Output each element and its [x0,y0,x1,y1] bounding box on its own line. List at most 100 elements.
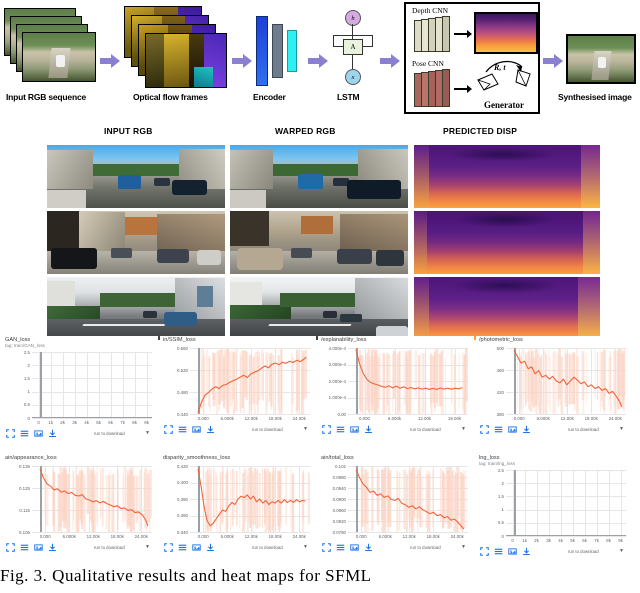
column-header-predicted-disp: PREDICTED DISP [443,126,518,136]
run-to-download-label[interactable]: run to download [252,427,283,432]
run-to-download-label[interactable]: run to download [94,545,125,550]
chart-card-total-loss[interactable]: ain/total_loss 0.0780 0.0820 0.0860 0.0900 0.… [318,454,474,566]
lines-icon[interactable] [336,543,345,552]
lstm-input-node: x [345,69,361,85]
lines-icon[interactable] [494,547,503,556]
chart-toolbar[interactable] [480,425,531,434]
download-icon[interactable] [364,425,373,434]
download-icon[interactable] [522,547,531,556]
chart-title: ain/total_loss [321,455,354,461]
chart-plot-area[interactable]: 0.00 1.000e-4 2.000e-4 3.000e-4 4.000e-4 0.00… [329,346,468,421]
run-to-download-label[interactable]: run to download [568,427,599,432]
x-gridline [122,352,124,418]
fullscreen-icon[interactable] [6,543,15,552]
fullscreen-icon[interactable] [6,429,15,438]
lstm-input-label: x [351,73,355,81]
chart-plot-area[interactable]: 0.340 0.360 0.380 0.400 0.420 0.000 6.000k 12.0… [177,464,310,539]
input-rgb-stack [4,8,96,86]
download-icon[interactable] [206,425,215,434]
lines-icon[interactable] [20,543,29,552]
fit-icon[interactable] [192,543,201,552]
fit-icon[interactable] [350,425,359,434]
chevron-down-icon[interactable]: ▼ [145,544,150,550]
chart-plot-area[interactable]: 0 0.5 1 1.5 2 2.5 0 1k 2k 3k 4k 5k 6k 7k 8k 9k [498,468,626,543]
fullscreen-icon[interactable] [164,543,173,552]
download-icon[interactable] [364,543,373,552]
zero-baseline [32,417,152,419]
chart-plot-area[interactable]: 380 420 460 500 0.000 6.000k 12.00k 18.00k 24.00… [497,346,626,421]
chart-plot-area[interactable]: 0.440 0.480 0.520 0.560 0.000 6.000k 12.00k 18.… [177,346,310,421]
chevron-down-icon[interactable]: ▼ [461,426,466,432]
chart-toolbar[interactable] [164,425,215,434]
fullscreen-icon[interactable] [164,425,173,434]
chart-toolbar[interactable] [6,429,57,438]
chevron-down-icon[interactable]: ▼ [619,548,624,554]
grid-cell-r2-input [47,211,225,274]
chart-plot-area[interactable]: 0.0780 0.0820 0.0860 0.0900 0.0940 0.0980 0.10… [333,464,468,539]
lstm-hidden-node: h [345,10,361,26]
chart-toolbar[interactable] [6,543,57,552]
y-axis-tick-label: 380 [496,411,504,417]
chart-tag: tag: train/lng_loss [479,461,516,466]
download-icon[interactable] [522,425,531,434]
lines-icon[interactable] [494,425,503,434]
chart-card-gan-loss[interactable]: GAN_loss tag: train/GAN_loss 0 0.5 1 1.5 2 2.5 0… [2,336,158,448]
fit-icon[interactable] [192,425,201,434]
fullscreen-icon[interactable] [322,425,331,434]
chevron-down-icon[interactable]: ▼ [461,544,466,550]
run-to-download-label[interactable]: run to download [252,545,283,550]
run-to-download-label[interactable]: run to download [410,545,441,550]
chevron-down-icon[interactable]: ▼ [619,426,624,432]
lines-icon[interactable] [178,425,187,434]
grid-cell-r1-input [47,145,225,208]
y-axis-tick-label: 0.0980 [332,474,346,480]
y-axis-tick-label: 0.0780 [332,529,346,535]
fit-icon[interactable] [508,547,517,556]
fit-icon[interactable] [34,429,43,438]
chart-plot-area[interactable]: 0.105 0.115 0.125 0.135 0.000 6.000k 12.00k 18.… [19,464,152,539]
transform-label: R, t [494,63,506,72]
chart-plot-area[interactable]: 0 0.5 1 1.5 2 2.5 0 1k 2k 3k 4k 5k 6k 7k 8k 9k [24,350,152,425]
x-gridline [74,352,76,418]
y-axis-tick-label: 2.000e-4 [328,378,346,384]
lines-icon[interactable] [20,429,29,438]
depth-arrow-head [467,30,472,38]
fullscreen-icon[interactable] [322,543,331,552]
download-icon[interactable] [48,543,57,552]
grid-cell-r2-warped [230,211,408,274]
chart-card-disparity-smoothness-loss[interactable]: disparity_smoothness_loss 0.340 0.360 0.380… [160,454,316,566]
run-to-download-label[interactable]: run to download [568,549,599,554]
y-axis-tick-label: 0.0900 [332,496,346,502]
fullscreen-icon[interactable] [480,425,489,434]
chart-card-explanability-loss[interactable]: /explanability_loss 0.00 1.000e-4 2.000e-4 3… [318,336,474,448]
chevron-down-icon[interactable]: ▼ [145,430,150,436]
chart-card-lng-loss[interactable]: lng_loss tag: train/lng_loss 0 0.5 1 1.5 2 2.5 0… [476,454,632,566]
lines-icon[interactable] [336,425,345,434]
lstm-cell: h A x [330,10,376,86]
chart-card-ssim-loss[interactable]: in/SSIM_loss 0.440 0.480 0.520 0.560 0.000 6.0… [160,336,316,448]
download-icon[interactable] [48,429,57,438]
fit-icon[interactable] [350,543,359,552]
fullscreen-icon[interactable] [480,547,489,556]
y-axis-tick-label: 0.560 [177,345,188,351]
architecture-diagram: Input RGB sequence Optical flow frames E… [0,0,640,118]
download-icon[interactable] [206,543,215,552]
chart-card-appearance-loss[interactable]: ain/appearance_loss 0.105 0.115 0.125 0.135 0… [2,454,158,566]
chart-series-disparity-smoothness-loss [197,466,310,532]
fit-icon[interactable] [508,425,517,434]
chart-toolbar[interactable] [322,425,373,434]
chart-toolbar[interactable] [322,543,373,552]
chevron-down-icon[interactable]: ▼ [303,426,308,432]
chart-toolbar[interactable] [164,543,215,552]
chart-card-photometric-loss[interactable]: /photometric_loss 380 420 460 500 0.000 6.000k… [476,336,632,448]
chevron-down-icon[interactable]: ▼ [303,544,308,550]
run-to-download-label[interactable]: run to download [94,431,125,436]
run-to-download-label[interactable]: run to download [410,427,441,432]
chart-toolbar[interactable] [480,547,531,556]
y-axis-tick-label: 4.000e-4 [328,345,346,351]
x-gridline [62,352,64,418]
column-header-warped-rgb: WARPED RGB [275,126,336,136]
x-axis-tick-label: 24.00k [292,534,306,539]
fit-icon[interactable] [34,543,43,552]
lines-icon[interactable] [178,543,187,552]
